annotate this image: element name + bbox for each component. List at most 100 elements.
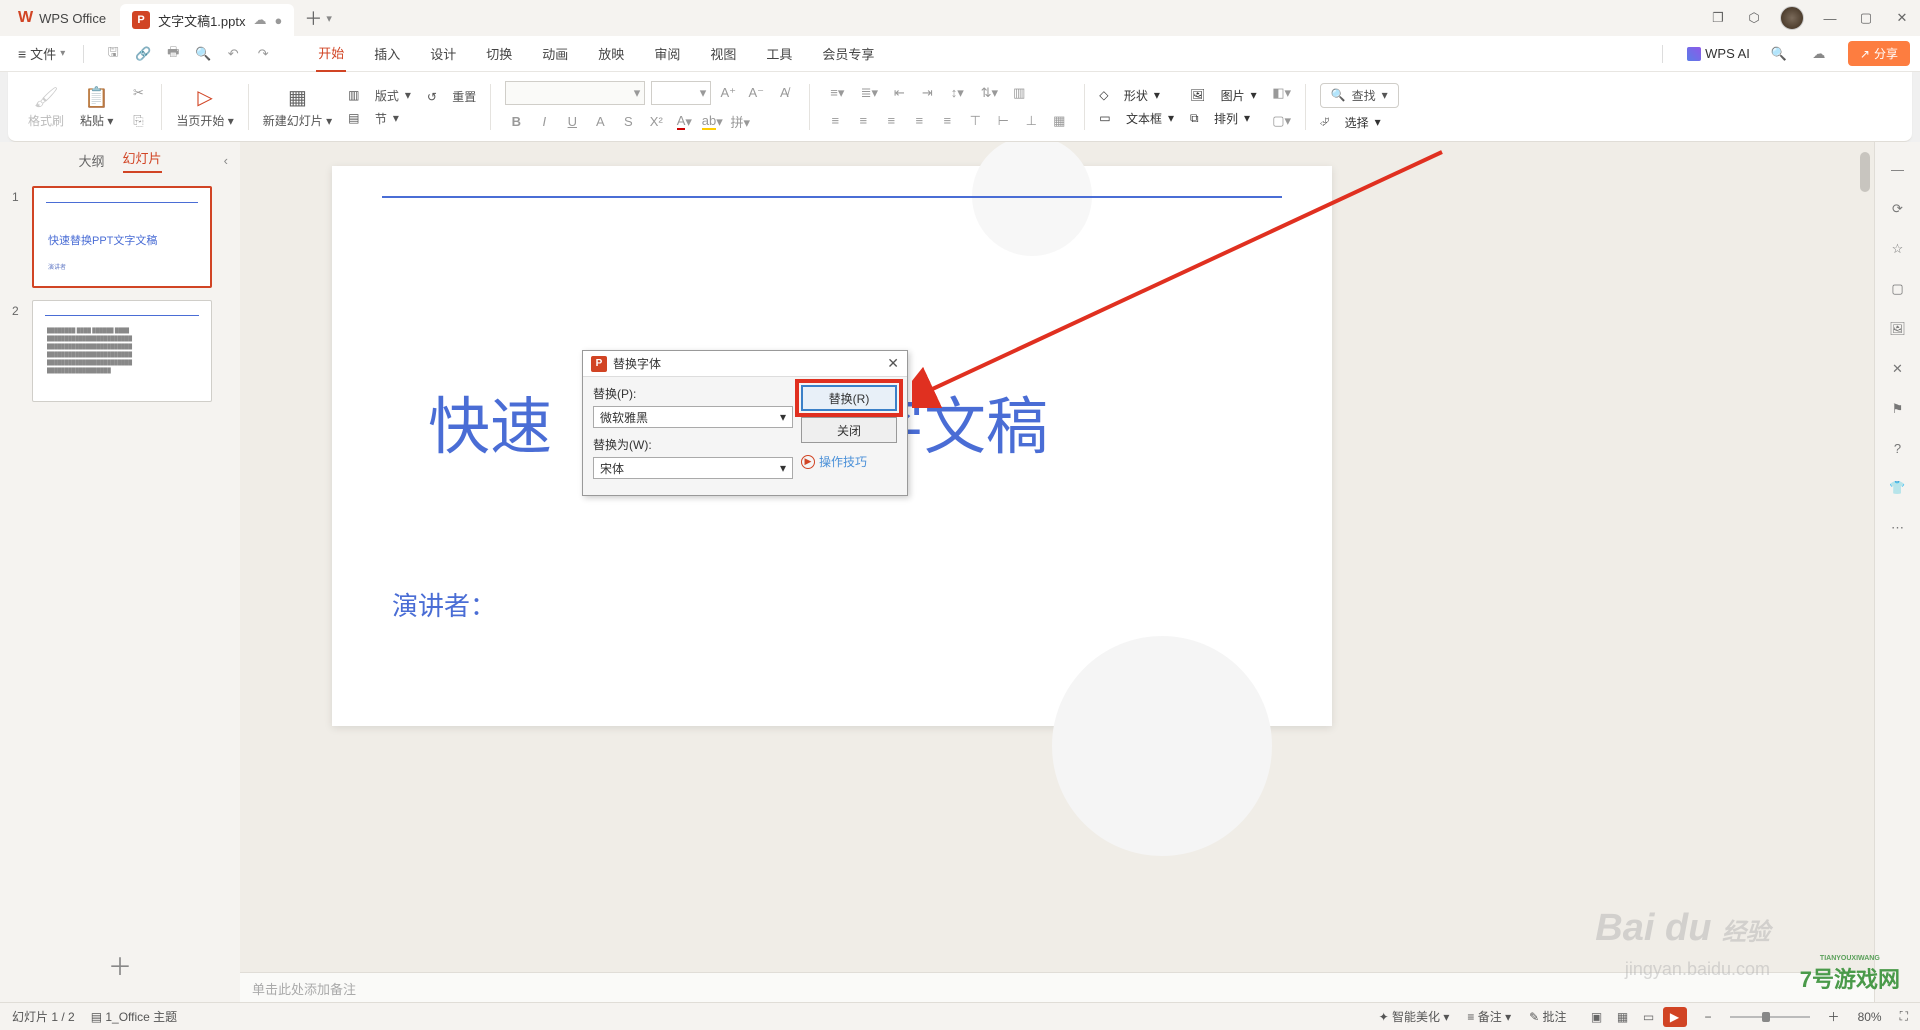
align-distribute-icon[interactable]: ≡ <box>936 110 958 132</box>
strikethrough-icon[interactable]: A <box>589 111 611 133</box>
font-select[interactable]: ▾ <box>505 81 645 105</box>
redo-icon[interactable]: ↷ <box>252 43 274 65</box>
minimize-icon[interactable]: — <box>1820 8 1840 28</box>
bold-icon[interactable]: B <box>505 111 527 133</box>
cloud-sync-icon[interactable]: ☁ <box>1808 43 1830 65</box>
superscript-icon[interactable]: X² <box>645 111 667 133</box>
tools-icon[interactable]: ✕ <box>1892 361 1903 377</box>
preview-icon[interactable]: 🔍 <box>192 43 214 65</box>
undo-icon[interactable]: ↶ <box>222 43 244 65</box>
textbox-button[interactable]: ▭ 文本框 ▾ <box>1099 110 1174 127</box>
slide-thumbnail-2[interactable]: ████████ ████ ██████ ███████████████████… <box>32 300 212 402</box>
cut-icon[interactable]: ✂ <box>127 82 149 104</box>
tab-tools[interactable]: 工具 <box>764 36 794 71</box>
zoom-slider[interactable] <box>1730 1016 1810 1018</box>
tab-transition[interactable]: 切换 <box>484 36 514 71</box>
underline-icon[interactable]: U <box>561 111 583 133</box>
add-slide-button[interactable]: ＋ <box>0 927 240 1002</box>
zoom-in-icon[interactable]: ＋ <box>1828 1008 1840 1025</box>
comments-button[interactable]: ✎ 批注 <box>1529 1008 1566 1025</box>
present-icon[interactable]: ▢ <box>1891 281 1903 297</box>
valign-mid-icon[interactable]: ⊢ <box>992 110 1014 132</box>
font-color-icon[interactable]: A▾ <box>673 111 695 133</box>
print-icon[interactable]: 🖶 <box>162 43 184 65</box>
zoom-value[interactable]: 80% <box>1858 1010 1882 1024</box>
italic-icon[interactable]: I <box>533 111 555 133</box>
fit-icon[interactable]: ⛶ <box>1900 1009 1908 1024</box>
clear-format-icon[interactable]: A̸ <box>773 82 795 104</box>
dash-icon[interactable]: — <box>1891 162 1904 177</box>
bullets-icon[interactable]: ≡▾ <box>824 82 850 104</box>
align-left-icon[interactable]: ≡ <box>824 110 846 132</box>
pinyin-icon[interactable]: 拼▾ <box>729 111 751 133</box>
shape-button[interactable]: ◇ 形状 ▾ <box>1099 87 1174 104</box>
indent-dec-icon[interactable]: ⇤ <box>888 82 910 104</box>
more-icon[interactable]: ⋯ <box>1891 520 1904 536</box>
outline-tab[interactable]: 大纲 <box>78 151 104 170</box>
highlight-icon[interactable]: ab▾ <box>701 111 723 133</box>
line-spacing-icon[interactable]: ↕▾ <box>944 82 970 104</box>
align-center-icon[interactable]: ≡ <box>852 110 874 132</box>
select-button[interactable]: ⮰ 选择 ▾ <box>1320 114 1399 131</box>
shrink-font-icon[interactable]: A⁻ <box>745 82 767 104</box>
beautify-button[interactable]: ✦ 智能美化 ▾ <box>1379 1008 1450 1025</box>
window-copy-icon[interactable]: ❐ <box>1708 8 1728 28</box>
tab-vip[interactable]: 会员专享 <box>820 36 876 71</box>
new-tab-button[interactable]: ＋ ▾ <box>304 5 332 31</box>
section-button[interactable]: ▤ 节 ▾ <box>348 110 411 127</box>
replace-button[interactable]: 替换(R) <box>801 385 897 411</box>
share-button[interactable]: ↗ 分享 <box>1848 41 1910 66</box>
help-icon[interactable]: ? <box>1894 441 1901 456</box>
document-tab[interactable]: P 文字文稿1.pptx ☁ ● <box>120 4 294 36</box>
grow-font-icon[interactable]: A⁺ <box>717 82 739 104</box>
flag-icon[interactable]: ⚑ <box>1892 401 1904 417</box>
tab-animation[interactable]: 动画 <box>540 36 570 71</box>
dialog-close-icon[interactable]: ✕ <box>887 355 899 372</box>
maximize-icon[interactable]: ▢ <box>1856 8 1876 28</box>
settings-icon[interactable]: ⟳ <box>1892 201 1903 217</box>
tab-start[interactable]: 开始 <box>316 35 346 72</box>
theme-info[interactable]: ▤ 1_Office 主题 <box>91 1008 178 1025</box>
tab-design[interactable]: 设计 <box>428 36 458 71</box>
slide-subtitle-text[interactable]: 演讲者： <box>392 586 496 623</box>
picture-button[interactable]: 🖼 图片 ▾ <box>1190 87 1257 104</box>
view-slideshow-icon[interactable]: ▶ <box>1663 1007 1687 1027</box>
indent-inc-icon[interactable]: ⇥ <box>916 82 938 104</box>
fill-icon[interactable]: ◧▾ <box>1271 82 1293 104</box>
slide-thumbnail-1[interactable]: 快速替换PPT文字文稿 演讲者 <box>32 186 212 288</box>
arrange-button[interactable]: ⧉ 排列 ▾ <box>1190 110 1257 127</box>
replace-font-select[interactable]: 微软雅黑▾ <box>593 406 793 428</box>
outline-icon[interactable]: ▢▾ <box>1271 110 1293 132</box>
collapse-sidebar-icon[interactable]: ‹ <box>224 153 228 168</box>
valign-bot-icon[interactable]: ⊥ <box>1020 110 1042 132</box>
new-slide-button[interactable]: ▦ 新建幻灯片 ▾ <box>255 72 340 141</box>
numbering-icon[interactable]: ≣▾ <box>856 82 882 104</box>
slides-tab[interactable]: 幻灯片 <box>123 148 162 173</box>
tab-slideshow[interactable]: 放映 <box>596 36 626 71</box>
view-reading-icon[interactable]: ▭ <box>1637 1007 1661 1027</box>
scrollbar[interactable] <box>1860 152 1870 192</box>
view-normal-icon[interactable]: ▣ <box>1585 1007 1609 1027</box>
tab-insert[interactable]: 插入 <box>372 36 402 71</box>
close-button[interactable]: 关闭 <box>801 417 897 443</box>
columns-icon[interactable]: ▥ <box>1008 82 1030 104</box>
close-icon[interactable]: ✕ <box>1892 8 1912 28</box>
find-button[interactable]: 🔍查找 ▾ <box>1320 83 1399 108</box>
cube-icon[interactable]: ⬡ <box>1744 8 1764 28</box>
search-icon[interactable]: 🔍 <box>1768 43 1790 65</box>
save-icon[interactable]: 🖫 <box>102 43 124 65</box>
zoom-out-icon[interactable]: − <box>1705 1010 1712 1024</box>
layout-button[interactable]: ▥ 版式 ▾ <box>348 87 411 104</box>
valign-top-icon[interactable]: ⊤ <box>964 110 986 132</box>
copy-icon[interactable]: ⎘ <box>127 110 149 132</box>
star-icon[interactable]: ☆ <box>1892 241 1904 257</box>
from-current-button[interactable]: ▷ 当页开始 ▾ <box>168 72 241 141</box>
text-direction-icon[interactable]: ⇅▾ <box>976 82 1002 104</box>
align-right-icon[interactable]: ≡ <box>880 110 902 132</box>
strike-icon[interactable]: S <box>617 111 639 133</box>
tab-view[interactable]: 视图 <box>708 36 738 71</box>
reset-button[interactable]: ↺ 重置 <box>427 88 476 105</box>
robot-icon[interactable]: 👕 <box>1889 480 1905 496</box>
image-icon[interactable]: 🖼 <box>1889 321 1906 337</box>
smartart-icon[interactable]: ▦ <box>1048 110 1070 132</box>
